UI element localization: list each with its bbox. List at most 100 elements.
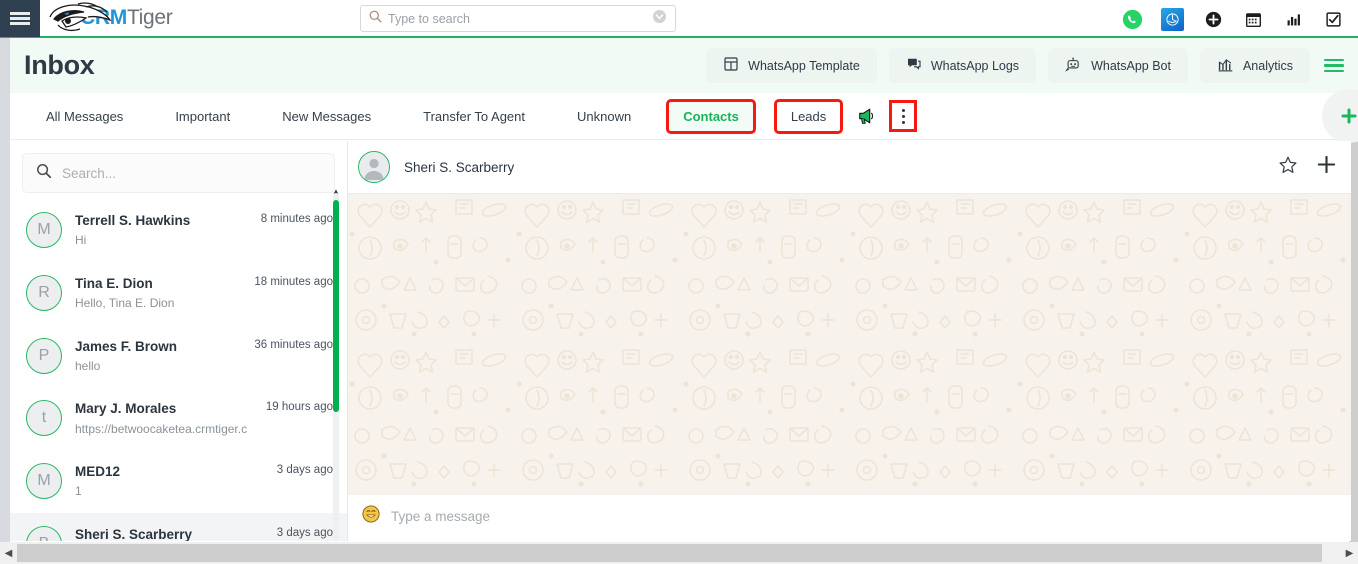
template-layout-icon xyxy=(723,56,739,75)
user-avatar-icon xyxy=(358,151,390,183)
tab-transfer-to-agent[interactable]: Transfer To Agent xyxy=(409,102,539,131)
timestamp: 19 hours ago xyxy=(265,401,333,414)
timestamp: 36 minutes ago xyxy=(254,338,333,351)
message-snippet: 1 xyxy=(75,484,82,499)
tab-contacts[interactable]: Contacts xyxy=(666,98,756,134)
avatar: M xyxy=(26,212,62,248)
page-header-bar: Inbox WhatsApp Template WhatsApp Logs Wh… xyxy=(10,38,1358,93)
message-input[interactable] xyxy=(391,508,1337,524)
avatar: M xyxy=(26,463,62,500)
conversation-search-wrap xyxy=(10,141,347,199)
search-icon xyxy=(36,163,52,184)
chevron-left-icon[interactable]: ◀ xyxy=(0,542,17,564)
contact-name: Mary J. Morales xyxy=(75,401,177,417)
chat-portal-icon[interactable] xyxy=(1161,7,1184,31)
message-snippet: Hi xyxy=(75,233,87,248)
horizontal-scrollbar[interactable]: ◀ ▶ xyxy=(0,542,1358,564)
list-item-body: Mary J. Morales https://betwoocaketea.cr… xyxy=(75,400,253,437)
timestamp: 18 minutes ago xyxy=(254,275,333,288)
inbox-tab-bar: All Messages Important New Messages Tran… xyxy=(10,89,1358,143)
conversation-list-pane: M Terrell S. Hawkins Hi 8 minutes ago R … xyxy=(10,141,348,541)
contact-name: MED12 xyxy=(75,464,121,480)
timestamp: 3 days ago xyxy=(276,464,333,477)
add-circle-icon[interactable] xyxy=(1202,8,1224,30)
tab-new-messages[interactable]: New Messages xyxy=(268,102,385,131)
search-icon xyxy=(369,10,382,28)
list-item[interactable]: B Sheri S. Scarberry https://betwoocaket… xyxy=(10,513,347,541)
whatsapp-bot-label: WhatsApp Bot xyxy=(1091,58,1171,73)
tab-important[interactable]: Important xyxy=(161,102,244,131)
whatsapp-template-button[interactable]: WhatsApp Template xyxy=(706,48,877,83)
star-outline-icon[interactable] xyxy=(1278,155,1298,180)
tab-leads[interactable]: Leads xyxy=(773,98,844,134)
megaphone-broadcast-icon[interactable] xyxy=(856,106,878,126)
list-item-body: Terrell S. Hawkins Hi xyxy=(75,212,248,249)
list-item-body: Tina E. Dion Hello, Tina E. Dion xyxy=(75,275,241,312)
plus-icon[interactable] xyxy=(1316,154,1337,180)
checkbox-task-icon[interactable] xyxy=(1322,8,1344,30)
timestamp: 3 days ago xyxy=(276,527,333,540)
list-item[interactable]: R Tina E. Dion Hello, Tina E. Dion 18 mi… xyxy=(10,262,347,325)
vertical-dots-menu-icon[interactable] xyxy=(889,100,918,132)
list-item[interactable]: P James F. Brown hello 36 minutes ago xyxy=(10,325,347,388)
global-top-bar: CRMTiger xyxy=(0,0,1358,38)
robot-bot-icon xyxy=(1065,56,1082,76)
list-item[interactable]: M MED12 1 3 days ago xyxy=(10,450,347,513)
tiger-logo-icon xyxy=(44,1,114,35)
list-item-body: James F. Brown hello xyxy=(75,338,241,375)
chat-header: Sheri S. Scarberry xyxy=(348,141,1351,194)
tab-unknown[interactable]: Unknown xyxy=(563,102,645,131)
chat-pane: Sheri S. Scarberry xyxy=(348,141,1351,541)
tab-all-messages[interactable]: All Messages xyxy=(32,102,137,131)
chat-message-area xyxy=(348,194,1351,494)
brand-logo-area[interactable]: CRMTiger xyxy=(44,0,173,37)
analytics-label: Analytics xyxy=(1242,58,1293,73)
list-scrollbar-thumb[interactable] xyxy=(333,200,339,412)
contact-name: Terrell S. Hawkins xyxy=(75,213,191,228)
chevron-down-circle-icon[interactable] xyxy=(652,9,667,29)
horizontal-scrollbar-thumb[interactable] xyxy=(17,544,1322,562)
top-bar-icon-group xyxy=(1121,0,1344,38)
analytics-button[interactable]: Analytics xyxy=(1199,48,1310,83)
list-item[interactable]: M Terrell S. Hawkins Hi 8 minutes ago xyxy=(10,199,347,262)
chat-header-icon-group xyxy=(1278,154,1337,180)
analytics-chart-icon xyxy=(1217,56,1234,76)
smiley-emoji-icon[interactable] xyxy=(362,504,380,528)
left-page-rail xyxy=(0,38,10,542)
message-composer xyxy=(348,494,1351,537)
chat-logs-icon xyxy=(906,56,922,75)
global-search-input[interactable] xyxy=(388,11,652,26)
whatsapp-icon[interactable] xyxy=(1121,8,1143,30)
message-snippet: Hello, Tina E. Dion xyxy=(75,296,175,311)
whatsapp-template-label: WhatsApp Template xyxy=(748,58,860,73)
header-action-group: WhatsApp Template WhatsApp Logs WhatsApp… xyxy=(706,48,1358,83)
conversation-list: M Terrell S. Hawkins Hi 8 minutes ago R … xyxy=(10,199,347,541)
conversation-search-input[interactable] xyxy=(62,165,321,181)
avatar: R xyxy=(26,274,62,311)
whatsapp-logs-label: WhatsApp Logs xyxy=(930,58,1020,73)
avatar: P xyxy=(26,337,62,374)
list-item[interactable]: t Mary J. Morales https://betwoocaketea.… xyxy=(10,387,347,450)
chevron-right-icon[interactable]: ▶ xyxy=(1341,542,1358,564)
analytics-bars-icon[interactable] xyxy=(1282,8,1304,30)
timestamp: 8 minutes ago xyxy=(260,213,333,225)
list-item-body: Sheri S. Scarberry https://betwoocaketea… xyxy=(75,526,264,541)
global-search-box[interactable] xyxy=(360,5,676,32)
application-window: CRMTiger xyxy=(0,0,1358,564)
brand-name-secondary: Tiger xyxy=(126,6,173,29)
page-title: Inbox xyxy=(24,50,95,80)
whatsapp-bot-button[interactable]: WhatsApp Bot xyxy=(1048,48,1188,83)
floating-action-button[interactable] xyxy=(1322,89,1358,143)
contact-name: James F. Brown xyxy=(75,338,178,354)
message-snippet: https://betwoocaketea.crmtiger.c xyxy=(75,421,248,436)
contact-name: Tina E. Dion xyxy=(75,275,153,291)
hamburger-menu-icon[interactable] xyxy=(0,0,40,37)
header-hamburger-icon[interactable] xyxy=(1322,55,1346,77)
contact-name: Sheri S. Scarberry xyxy=(75,527,193,541)
whatsapp-logs-button[interactable]: WhatsApp Logs xyxy=(888,48,1037,83)
horizontal-scrollbar-track[interactable] xyxy=(17,542,1341,564)
list-item-body: MED12 1 xyxy=(75,463,264,500)
avatar: B xyxy=(26,526,62,541)
calendar-icon[interactable] xyxy=(1242,8,1264,30)
conversation-search-box[interactable] xyxy=(22,153,335,193)
